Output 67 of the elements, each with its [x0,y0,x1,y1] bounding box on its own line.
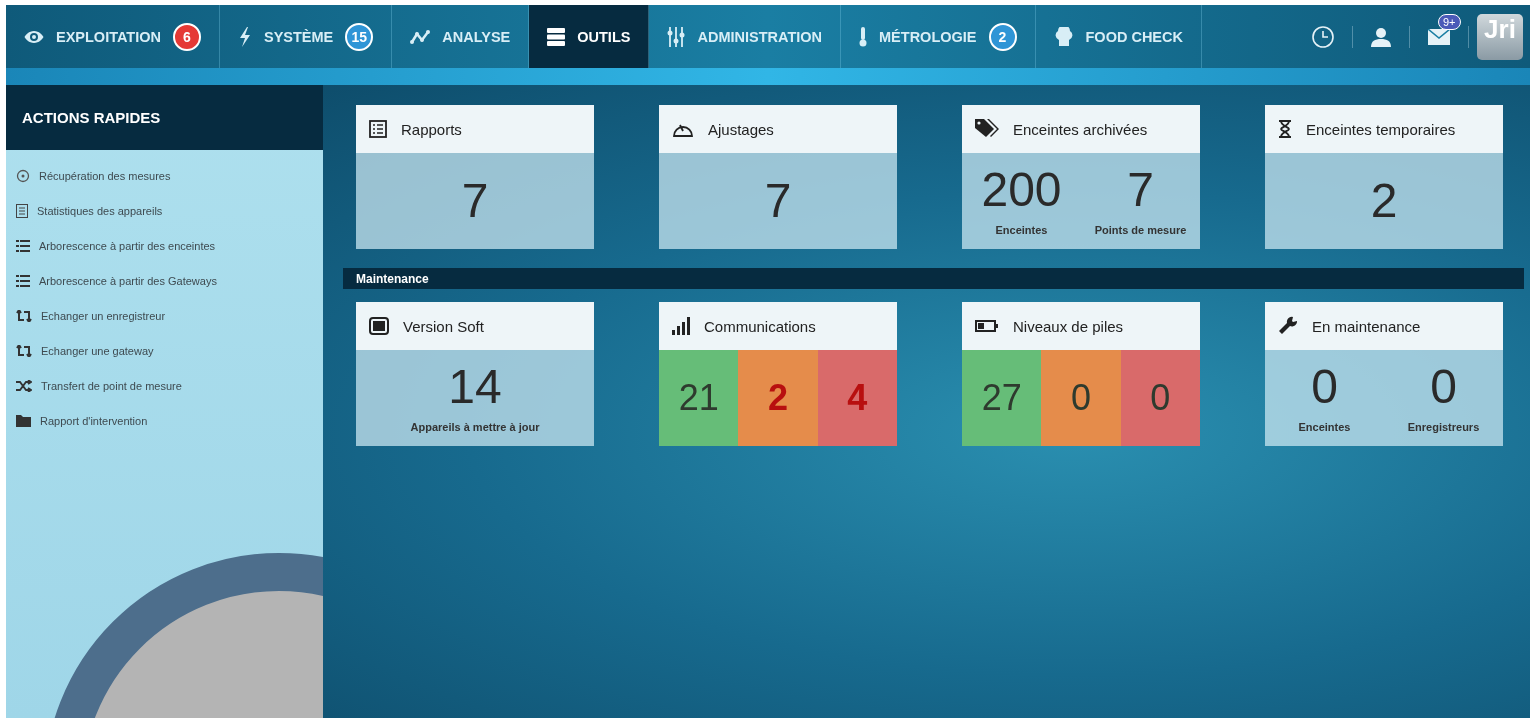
card-value: 2 [1370,177,1398,225]
card-value: 0 [1430,363,1457,411]
folder-icon [16,414,31,427]
card-value: 7 [764,177,792,225]
sidebar-link[interactable]: Récupération des mesures [6,158,323,193]
server-icon [547,27,566,46]
card-caption: Points de mesure [1094,224,1187,236]
signal-bars-icon [672,317,690,335]
sidebar-link[interactable]: Echanger un enregistreur [6,298,323,333]
sidebar-link[interactable]: Statistiques des appareils [6,193,323,228]
card-caption: Appareils à mettre à jour [410,421,540,433]
card-value: 200 [981,166,1062,214]
section-header: Maintenance [343,268,1524,289]
card-value: 7 [461,177,489,225]
card-caption: Enceintes [1298,421,1351,433]
clock-icon [1312,25,1334,48]
status-count: 0 [1120,350,1200,446]
swap-arrows-icon [16,309,32,322]
card-title: Enceintes temporaires [1306,120,1456,138]
thermometer-icon [859,26,868,47]
list-icon [16,239,30,252]
count-badge: 6 [173,22,201,51]
sidebar-link[interactable]: Transfert de point de mesure [6,368,323,403]
status-count: 2 [738,350,818,446]
nav-tab[interactable]: OUTILS [529,5,650,68]
card-title: Enceintes archivées [1013,120,1148,138]
card-value: 7 [1127,166,1154,214]
sidebar-link[interactable]: Echanger une gateway [6,333,323,368]
card-title: Ajustages [708,120,774,138]
card-title: Version Soft [403,317,484,335]
hourglass-icon [1278,120,1292,138]
card-caption: Enceintes [995,224,1048,236]
card-title: Rapports [401,120,462,138]
shuffle-icon [16,379,32,392]
status-count: 21 [659,350,739,446]
notification-badge: 9+ [1438,13,1461,30]
mail-icon [1428,28,1450,45]
chef-hat-icon [1053,26,1074,47]
card-caption: Enregistreurs [1407,421,1480,433]
sliders-icon [667,26,686,47]
status-count: 0 [1041,350,1121,446]
swap-arrows-icon [16,344,32,357]
count-badge: 2 [988,22,1017,51]
card-title: Niveaux de piles [1013,317,1124,335]
eye-icon [24,29,44,44]
sidebar-link[interactable]: Arborescence à partir des Gateways [6,263,323,298]
wrench-icon [1278,316,1298,336]
version-chip-icon [369,317,389,335]
battery-icon [975,320,999,332]
list-icon [16,274,30,287]
line-chart-icon [410,29,431,44]
sidebar-link[interactable]: Rapport d'intervention [6,403,323,438]
card-value: 14 [448,363,502,411]
count-badge: 15 [345,22,374,51]
sidebar-link[interactable]: Arborescence à partir des enceintes [6,228,323,263]
sidebar-title: ACTIONS RAPIDES [6,85,323,150]
status-count: 27 [962,350,1042,446]
lightning-icon [238,26,252,47]
user-icon [1371,26,1391,47]
document-icon [16,203,28,218]
card-title: En maintenance [1312,317,1421,335]
card-value: 0 [1311,363,1338,411]
status-count: 4 [817,350,897,446]
logo: Jri [1477,13,1523,60]
document-list-icon [369,120,387,138]
card-title: Communications [704,317,816,335]
tags-icon [975,119,999,139]
